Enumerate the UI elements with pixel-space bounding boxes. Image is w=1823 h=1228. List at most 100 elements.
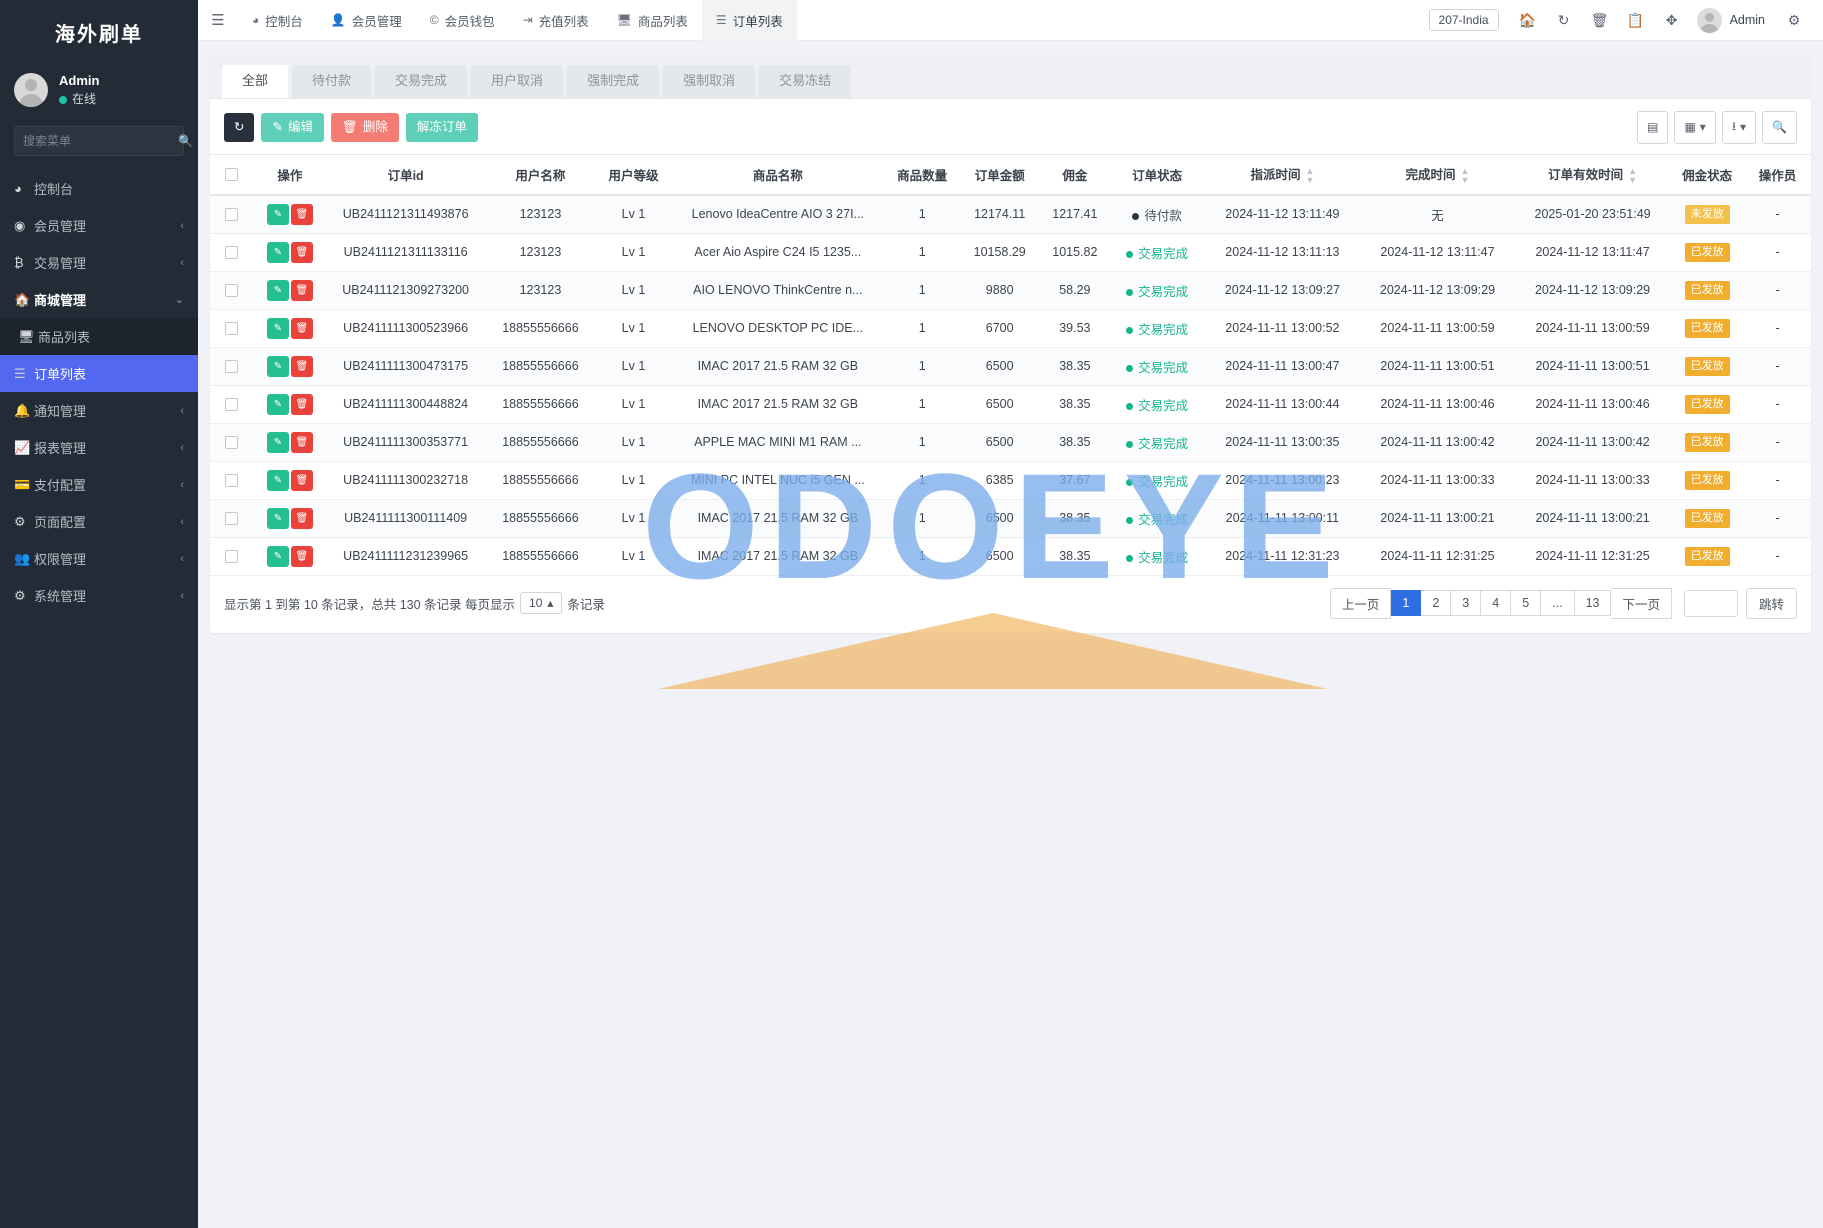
page-4-button[interactable]: 4 [1481,590,1512,617]
page-1-button[interactable]: 1 [1391,590,1422,617]
sort-icon[interactable]: ▲ ▼ [1461,166,1470,185]
tab-dashboard[interactable]: ◕ 控制台 [238,0,317,41]
unfreeze-order-button[interactable]: 解冻订单 [405,112,478,143]
sort-icon[interactable]: ▲ ▼ [1305,166,1314,185]
row-edit-icon[interactable]: ✎ [266,317,289,339]
row-edit-icon[interactable]: ✎ [266,507,289,529]
row-checkbox[interactable] [224,246,238,260]
page-jump-button[interactable]: 跳转 [1745,587,1797,619]
home-icon[interactable]: 🏠 [1511,3,1545,37]
sort-icon[interactable]: ▲ ▼ [1628,166,1637,185]
sidebar-item-members[interactable]: ◉ 会员管理 ‹ [0,207,198,244]
tab-product-list[interactable]: 🖥 商品列表 [603,0,702,41]
gears-icon[interactable]: ⚙ [1777,3,1811,37]
table-row[interactable]: ✎ 🗑 UB2411111300353771 18855556666 Lv 1 APPLE… [210,423,1811,462]
sidebar-item-payment-config[interactable]: 💳 支付配置 ‹ [0,466,198,503]
search-icon[interactable]: 🔍 [178,134,193,148]
search-box[interactable]: 🔍 [14,126,193,157]
columns-toggle-button[interactable]: ▦ ▾ [1674,110,1716,144]
row-delete-icon[interactable]: 🗑 [290,203,313,225]
row-checkbox[interactable] [224,550,238,564]
table-row[interactable]: ✎ 🗑 UB2411111231239965 18855556666 Lv 1 IMAC … [210,537,1811,576]
row-edit-icon[interactable]: ✎ [266,393,289,415]
page-3-button[interactable]: 3 [1451,590,1482,617]
delete-button[interactable]: 🗑 删除 [330,112,399,143]
tab-user-cancelled[interactable]: 用户取消 [471,65,564,98]
sidebar-item-product-list[interactable]: 🖥 商品列表 [0,318,198,356]
row-checkbox[interactable] [224,322,238,336]
row-delete-icon[interactable]: 🗑 [290,279,313,301]
row-edit-icon[interactable]: ✎ [266,241,289,263]
page-5-button[interactable]: 5 [1511,590,1542,617]
row-checkbox[interactable] [224,284,238,298]
row-checkbox[interactable] [224,512,238,526]
tab-member-wallet[interactable]: © 会员钱包 [416,0,509,41]
sidebar-item-transactions[interactable]: ₿ 交易管理 ‹ [0,244,198,281]
row-delete-icon[interactable]: 🗑 [290,469,313,491]
table-row[interactable]: ✎ 🗑 UB2411121311133116 123123 Lv 1 Acer Aio A… [210,233,1811,272]
page-13-button[interactable]: 13 [1574,590,1612,617]
row-delete-icon[interactable]: 🗑 [290,507,313,529]
sidebar-item-reports[interactable]: 📈 报表管理 ‹ [0,429,198,466]
tab-completed[interactable]: 交易完成 [375,65,468,98]
select-all-checkbox[interactable] [224,168,238,182]
row-checkbox[interactable] [224,208,238,222]
rows-view-button[interactable]: ▤ [1637,110,1669,144]
table-row[interactable]: ✎ 🗑 UB2411111300111409 18855556666 Lv 1 IMAC … [210,499,1811,538]
sidebar-item-system[interactable]: ⚙ 系统管理 ‹ [0,577,198,614]
table-row[interactable]: ✎ 🗑 UB2411121309273200 123123 Lv 1 AIO LENOVO… [210,271,1811,310]
tab-pending-payment[interactable]: 待付款 [292,65,372,98]
row-edit-icon[interactable]: ✎ [266,545,289,567]
tab-frozen[interactable]: 交易冻结 [759,65,852,98]
sidebar-item-order-list[interactable]: ☰ 订单列表 [0,355,198,393]
user-menu[interactable]: Admin [1691,7,1775,33]
region-badge[interactable]: 207-India [1428,9,1499,31]
col-finish-time[interactable]: 完成时间 ▲ ▼ [1359,153,1516,196]
sidebar-item-permissions[interactable]: 👥 权限管理 ‹ [0,540,198,577]
fullscreen-icon[interactable]: ✥ [1655,3,1689,37]
refresh-icon[interactable]: ↻ [1547,3,1581,37]
table-row[interactable]: ✎ 🗑 UB2411111300232718 18855556666 Lv 1 MINI … [210,461,1811,500]
tab-force-complete[interactable]: 强制完成 [567,65,660,98]
row-checkbox[interactable] [224,398,238,412]
tab-all[interactable]: 全部 [222,65,289,98]
row-edit-icon[interactable]: ✎ [266,203,289,225]
tab-recharge-list[interactable]: ⇥ 充值列表 [509,0,603,41]
col-assign-time[interactable]: 指派时间 ▲ ▼ [1204,153,1360,196]
row-checkbox[interactable] [224,436,238,450]
sidebar-item-dashboard[interactable]: ◕ 控制台 [0,170,198,207]
sidebar-item-notifications[interactable]: 🔔 通知管理 ‹ [0,392,198,429]
search-input[interactable] [23,134,178,149]
page-size-select[interactable]: 10 ▴ [520,592,563,615]
row-delete-icon[interactable]: 🗑 [290,431,313,453]
table-row[interactable]: ✎ 🗑 UB2411111300473175 18855556666 Lv 1 IMAC … [210,347,1811,386]
refresh-button[interactable]: ↻ [224,112,255,143]
tab-force-cancel[interactable]: 强制取消 [663,65,756,98]
export-button[interactable]: ⭳ ▾ [1721,110,1757,144]
row-edit-icon[interactable]: ✎ [266,431,289,453]
col-valid-time[interactable]: 订单有效时间 ▲ ▼ [1515,153,1671,196]
row-edit-icon[interactable]: ✎ [266,469,289,491]
tab-order-list[interactable]: ☰ 订单列表 [701,0,797,41]
search-button[interactable]: 🔍 [1762,110,1797,144]
row-delete-icon[interactable]: 🗑 [290,355,313,377]
sidebar-item-mall[interactable]: 🏠 商城管理 ⌄ [0,281,198,318]
row-delete-icon[interactable]: 🗑 [290,241,313,263]
page-ellipsis[interactable]: ... [1541,590,1575,617]
page-jump-input[interactable] [1683,589,1738,617]
row-delete-icon[interactable]: 🗑 [290,317,313,339]
row-checkbox[interactable] [224,360,238,374]
tab-members[interactable]: 👤 会员管理 [317,0,416,41]
page-2-button[interactable]: 2 [1421,590,1452,617]
next-page-button[interactable]: 下一页 [1611,587,1672,619]
table-row[interactable]: ✎ 🗑 UB2411111300448824 18855556666 Lv 1 IMAC … [210,385,1811,424]
row-checkbox[interactable] [224,474,238,488]
row-edit-icon[interactable]: ✎ [266,355,289,377]
hamburger-icon[interactable]: ☰ [198,11,238,29]
sidebar-item-page-config[interactable]: ⚙ 页面配置 ‹ [0,503,198,540]
table-row[interactable]: ✎ 🗑 UB2411121311493876 123123 Lv 1 Lenovo Ide… [210,194,1811,234]
trash-icon[interactable]: 🗑 [1583,3,1617,37]
table-row[interactable]: ✎ 🗑 UB2411111300523966 18855556666 Lv 1 LENOV… [210,309,1811,348]
prev-page-button[interactable]: 上一页 [1329,587,1392,619]
copy-icon[interactable]: 📋 [1619,3,1653,37]
